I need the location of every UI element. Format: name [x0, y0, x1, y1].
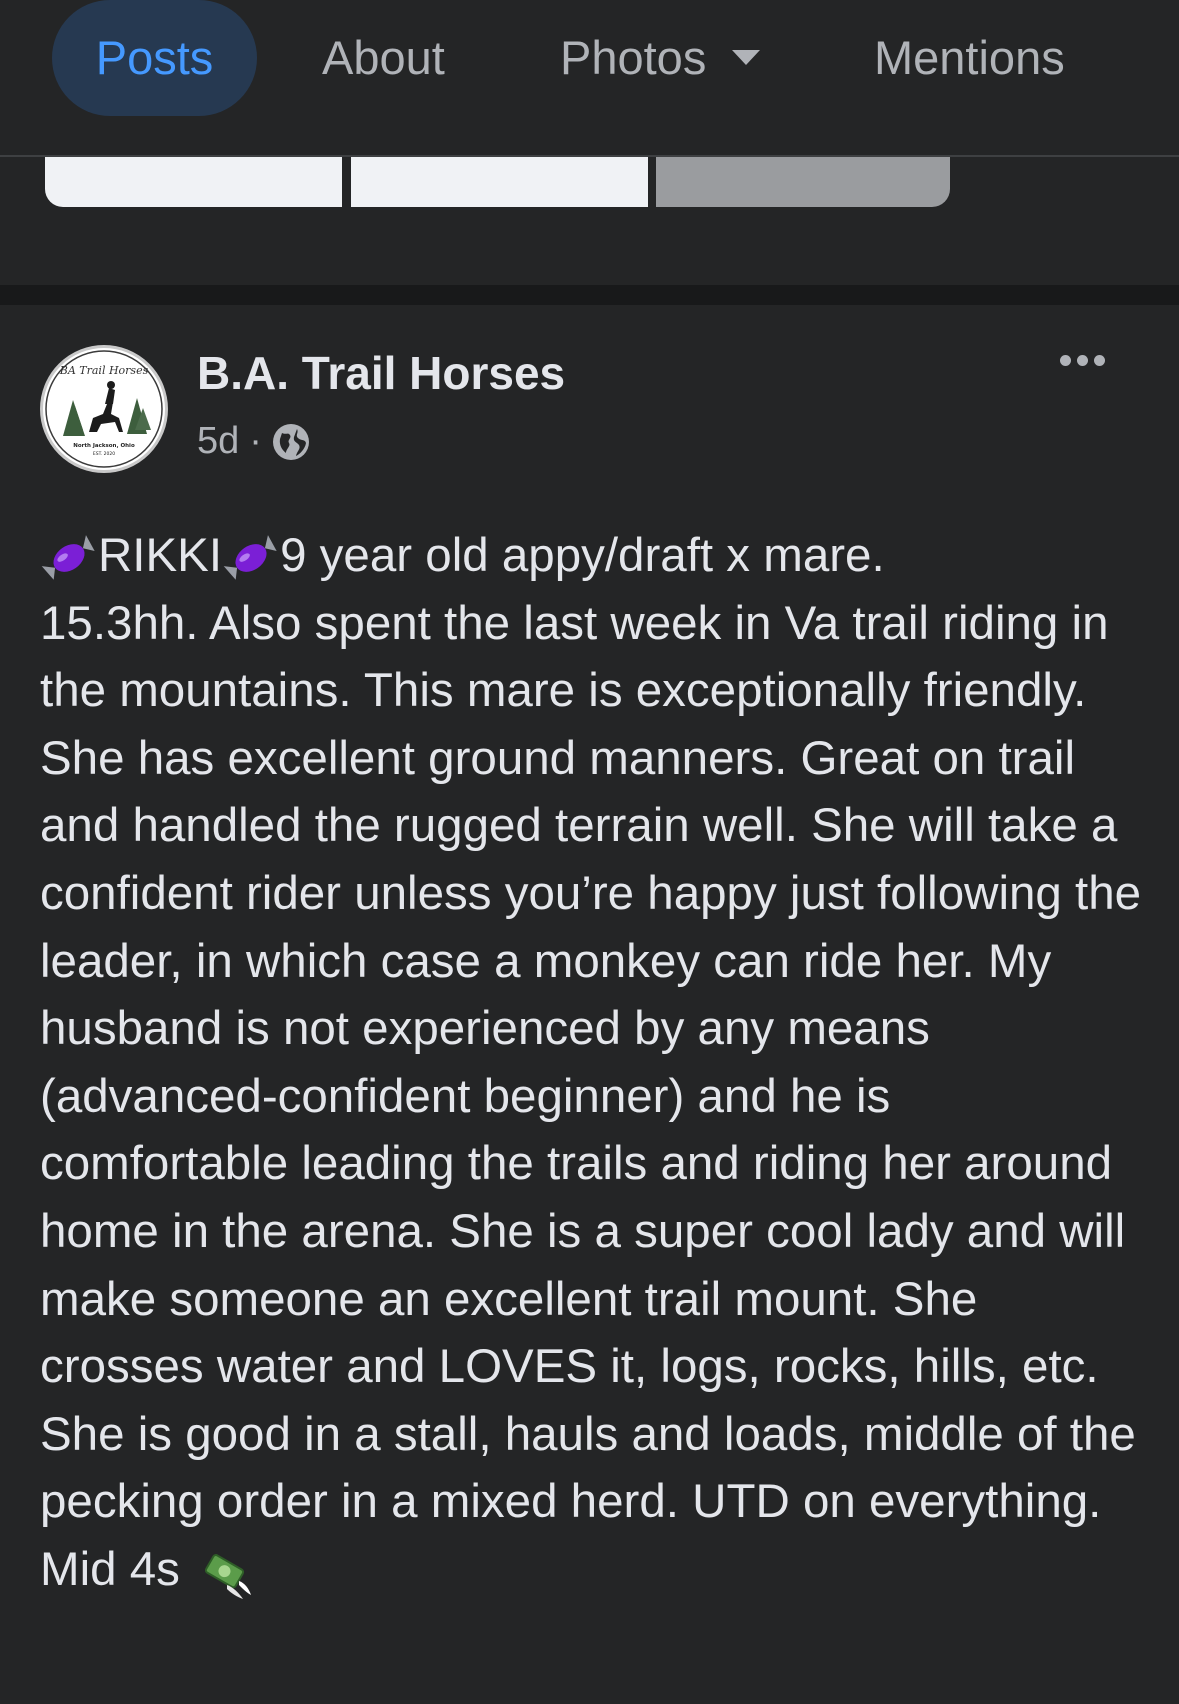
- horse-name: RIKKI: [98, 529, 223, 582]
- filter-strip: [45, 157, 950, 207]
- tab-posts[interactable]: Posts: [52, 0, 257, 116]
- filter-segment[interactable]: [45, 157, 342, 207]
- post-meta: 5d ·: [197, 420, 310, 463]
- filter-segment[interactable]: [656, 157, 950, 207]
- tab-mentions[interactable]: Mentions: [874, 0, 1065, 116]
- money-with-wings-icon: [204, 1554, 252, 1600]
- post-time[interactable]: 5d: [197, 420, 239, 463]
- post-intro: 9 year old appy/draft x mare.: [280, 529, 885, 582]
- chevron-down-icon: [732, 50, 761, 66]
- meta-separator: ·: [249, 420, 262, 462]
- dot: [1094, 355, 1105, 366]
- page-logo: BA Trail Horses North Jackson, Ohio EST.…: [45, 350, 163, 468]
- post-author-name[interactable]: B.A. Trail Horses: [197, 346, 565, 400]
- logo-est-text: EST. 2020: [93, 451, 115, 457]
- filter-segment[interactable]: [351, 157, 648, 207]
- candy-icon: [41, 535, 95, 581]
- tab-about[interactable]: About: [322, 0, 445, 116]
- candy-icon: [223, 535, 277, 581]
- profile-tab-bar: Posts About Photos Mentions: [0, 0, 1179, 155]
- tab-photos[interactable]: Photos: [560, 0, 761, 116]
- more-options-icon[interactable]: [1060, 355, 1105, 366]
- logo-title-text: BA Trail Horses: [59, 364, 149, 377]
- logo-location-text: North Jackson, Ohio: [73, 443, 135, 449]
- dot: [1077, 355, 1088, 366]
- post-main-text: 15.3hh. Also spent the last week in Va t…: [40, 596, 1142, 1596]
- dot: [1060, 355, 1071, 366]
- section-separator: [0, 285, 1179, 305]
- tab-photos-label: Photos: [560, 31, 707, 84]
- post-body: RIKKI 9 year old appy/draft x mare. 15.3h…: [40, 522, 1150, 1604]
- globe-icon: [272, 423, 309, 460]
- avatar[interactable]: BA Trail Horses North Jackson, Ohio EST.…: [40, 345, 168, 473]
